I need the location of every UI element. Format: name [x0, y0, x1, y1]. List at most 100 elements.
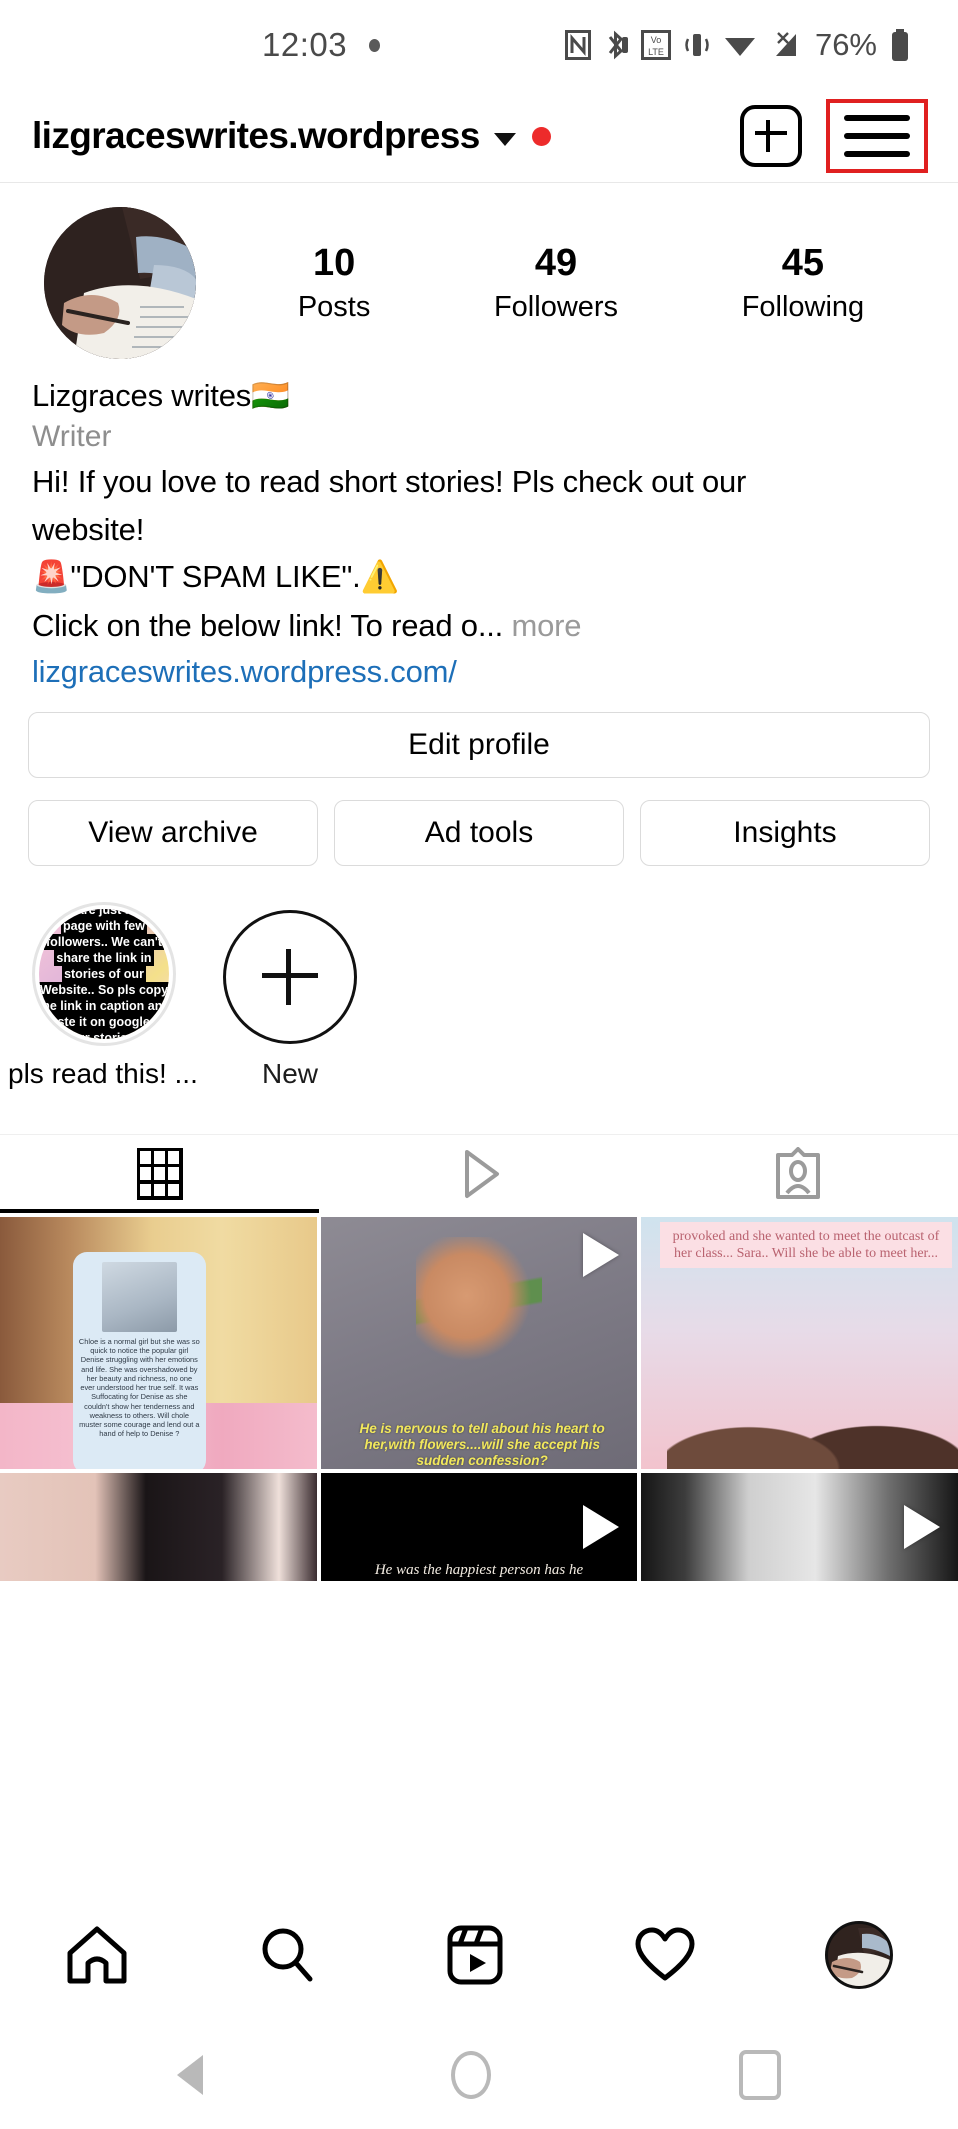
stat-value: 49 [534, 241, 578, 284]
post-thumbnail[interactable] [0, 1472, 317, 1581]
reels-icon[interactable] [446, 1924, 504, 1986]
thumb-line: the link in caption and [39, 997, 169, 1014]
back-triangle-icon[interactable] [177, 2054, 203, 2095]
app-bar-actions [740, 99, 928, 173]
stat-following[interactable]: 45 Following [742, 242, 865, 325]
post-thumbnail[interactable]: He was the happiest person has he [320, 1472, 638, 1581]
play-triangle-icon [464, 1149, 499, 1198]
post-caption-text: He is nervous to tell about his heart to… [359, 1420, 605, 1468]
secondary-action-row: View archive Ad tools Insights [0, 799, 958, 866]
insights-button[interactable]: Insights [640, 799, 930, 866]
thumb-line: Website.. So pls copy [39, 981, 169, 998]
volte-icon: Vo LTE [640, 30, 671, 60]
view-archive-button[interactable]: View archive [28, 799, 318, 866]
account-switcher[interactable]: lizgraceswrites.wordpress [32, 115, 740, 157]
post-art [666, 1372, 958, 1469]
highlight-label: pls read this! ... [8, 1057, 198, 1089]
display-name-text: Lizgraces writes [32, 378, 252, 413]
avatar-image [44, 207, 196, 359]
tagged-person-icon [776, 1146, 821, 1199]
post-thumbnail[interactable]: provoked and she wanted to meet the outc… [641, 1216, 958, 1469]
recents-square-icon[interactable] [739, 2049, 781, 2100]
bio-more-button[interactable]: more [503, 608, 581, 643]
profile-avatar-icon[interactable] [825, 1921, 894, 1989]
thumb-line: We are just a sm [52, 908, 156, 918]
nfc-icon [564, 30, 591, 60]
profile-tabs [0, 1133, 958, 1213]
highlight-ring: We are just a sm page with few followers… [32, 901, 176, 1046]
post-thumbnail[interactable] [641, 1472, 958, 1581]
create-post-button[interactable] [740, 105, 802, 167]
bio-warning-line: 🚨"DON'T SPAM LIKE".⚠️ [32, 557, 926, 598]
new-highlight-item[interactable]: New [214, 902, 366, 1090]
profile-stats: 10 Posts 49 Followers 45 Following [196, 242, 926, 325]
tab-reels[interactable] [319, 1135, 638, 1213]
post-grid: Chloe is a normal girl but she was so qu… [0, 1216, 958, 1581]
highlight-thumbnail: We are just a sm page with few followers… [39, 908, 169, 1039]
nav-avatar-image [828, 1924, 891, 1986]
post-thumbnail[interactable]: He is nervous to tell about his heart to… [320, 1216, 638, 1469]
siren-icon: 🚨 [32, 559, 71, 596]
status-time: 12:03 [262, 26, 348, 63]
video-play-icon [903, 1504, 940, 1549]
post-thumbnail[interactable]: Chloe is a normal girl but she was so qu… [0, 1216, 317, 1469]
bio-line-2: website! [32, 511, 145, 547]
tab-tagged[interactable] [639, 1135, 958, 1213]
home-icon[interactable] [65, 1925, 129, 1985]
dot-indicator-icon [369, 38, 381, 52]
plus-icon [223, 909, 357, 1044]
profile-header: 10 Posts 49 Followers 45 Following [0, 183, 958, 359]
menu-line [844, 115, 910, 121]
flag-india-icon: 🇮🇳 [251, 378, 290, 414]
ad-tools-button[interactable]: Ad tools [334, 799, 624, 866]
bio-link[interactable]: lizgraceswrites.wordpress.com/ [32, 654, 926, 690]
thumb-line: share the link in [54, 949, 154, 966]
video-play-icon [583, 1504, 620, 1549]
svg-text:Vo: Vo [651, 35, 662, 45]
bio-line-1: Hi! If you love to read short stories! P… [32, 464, 747, 499]
home-circle-icon[interactable] [451, 2050, 491, 2099]
primary-action-row: Edit profile [0, 711, 958, 778]
tab-grid[interactable] [0, 1135, 320, 1213]
thumb-line: d our stories! T [56, 1029, 152, 1039]
menu-line [844, 151, 910, 157]
status-bar-right: Vo LTE 76% [564, 27, 910, 63]
stat-label: Following [741, 291, 865, 324]
heart-icon[interactable] [634, 1926, 696, 1984]
story-highlights: We are just a sm page with few followers… [0, 866, 958, 1090]
stat-label: Followers [493, 291, 619, 324]
display-name: Lizgraces writes🇮🇳 [32, 377, 926, 414]
thumb-line: page with few [61, 917, 147, 934]
new-highlight-label: New [261, 1057, 318, 1089]
status-bar: 12:03 Vo LTE 76% [0, 0, 958, 90]
menu-button[interactable] [826, 99, 928, 173]
video-play-icon [583, 1232, 620, 1277]
signal-icon [775, 32, 796, 56]
post-inner-illustration [101, 1261, 177, 1332]
bluetooth-icon [608, 30, 628, 60]
chevron-down-icon [493, 132, 516, 146]
bio-warning-text: "DON'T SPAM LIKE". [70, 559, 361, 595]
highlight-item[interactable]: We are just a sm page with few followers… [8, 901, 198, 1090]
profile-category: Writer [32, 420, 112, 453]
menu-line [844, 133, 910, 139]
post-caption-text: He was the happiest person has he [374, 1561, 584, 1578]
wifi-icon [724, 38, 755, 56]
post-caption-text: Chloe is a normal girl but she was so qu… [78, 1336, 200, 1439]
top-app-bar: lizgraceswrites.wordpress [0, 90, 958, 183]
bottom-navigation [0, 1889, 958, 2020]
edit-profile-button[interactable]: Edit profile [28, 711, 930, 778]
stat-posts[interactable]: 10 Posts [298, 242, 371, 325]
warning-icon: ⚠️ [360, 559, 400, 596]
stat-value: 10 [312, 241, 356, 284]
thumb-line: followers.. We can't [44, 933, 164, 950]
stat-followers[interactable]: 49 Followers [494, 242, 618, 325]
search-icon[interactable] [258, 1925, 316, 1985]
svg-text:LTE: LTE [648, 47, 664, 57]
thumb-line: stories of our [62, 965, 146, 982]
thumb-line: paste it on google to [40, 1013, 168, 1030]
account-username: lizgraceswrites.wordpress [32, 115, 480, 156]
bio-truncated-line: Click on the below link! To read o... mo… [32, 606, 926, 646]
battery-icon [892, 29, 908, 61]
avatar[interactable] [44, 207, 196, 359]
